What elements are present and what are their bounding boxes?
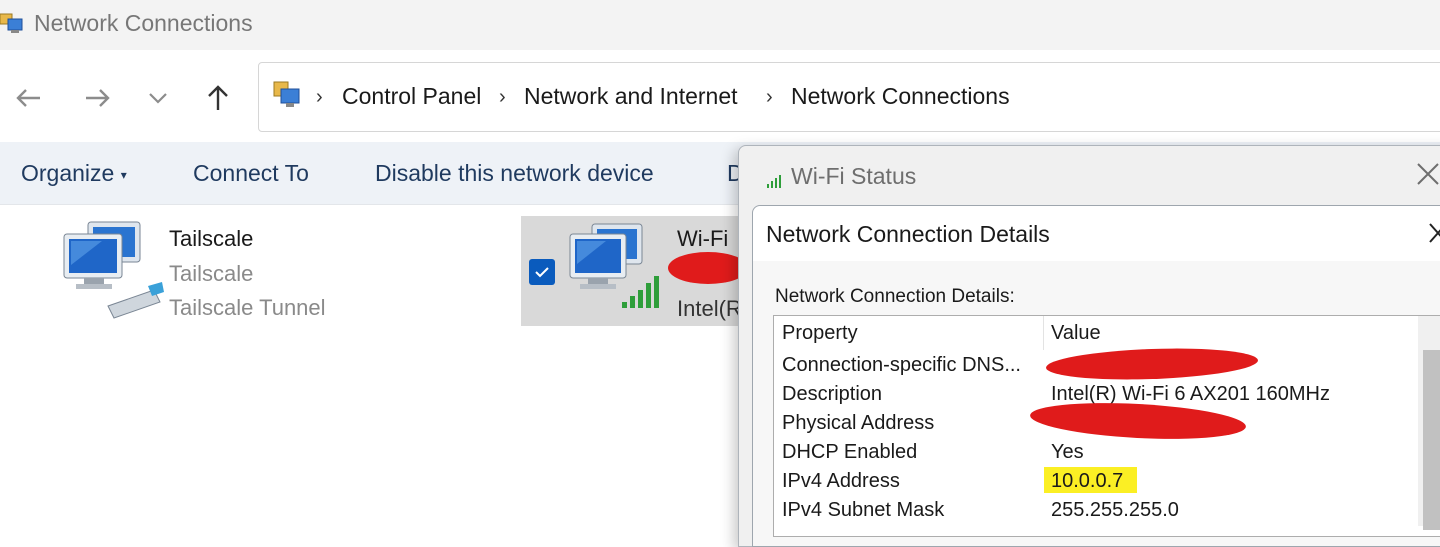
connect-to-button[interactable]: Connect To [193, 160, 309, 187]
row-value: 10.0.0.7 [1051, 470, 1124, 492]
breadcrumb-control-panel[interactable]: Control Panel [342, 83, 481, 110]
wifi-status-title: Wi-Fi Status [791, 163, 917, 189]
row-property: Connection-specific DNS... [782, 354, 1021, 376]
control-panel-icon [273, 81, 300, 107]
forward-arrow-icon [86, 89, 110, 107]
dropdown-caret-icon: ▾ [120, 167, 127, 182]
network-connections-icon [0, 13, 23, 33]
selection-checkbox[interactable] [529, 259, 555, 285]
organize-label: Organize [21, 160, 115, 186]
connection-status: Tailscale [169, 261, 254, 286]
connection-name: Wi-Fi [677, 226, 729, 251]
checkmark-icon [535, 267, 549, 278]
back-button[interactable] [8, 80, 48, 116]
breadcrumb-separator: › [766, 86, 773, 108]
signal-bars-icon [767, 175, 781, 188]
breadcrumb-network-connections[interactable]: Network Connections [791, 83, 1010, 110]
disable-device-button[interactable]: Disable this network device [375, 160, 654, 187]
back-arrow-icon [16, 89, 40, 107]
column-header-value[interactable]: Value [1051, 322, 1101, 345]
breadcrumb-network-and-internet[interactable]: Network and Internet [524, 83, 738, 110]
column-header-property[interactable]: Property [782, 322, 858, 345]
up-button[interactable] [198, 80, 238, 116]
row-property: Physical Address [782, 412, 935, 434]
row-property: IPv4 Subnet Mask [782, 499, 945, 521]
connection-device: Intel(R [677, 296, 742, 321]
row-property: DHCP Enabled [782, 441, 918, 463]
row-value: Yes [1051, 441, 1084, 463]
window-title: Network Connections [34, 10, 253, 36]
column-separator[interactable] [1043, 316, 1044, 350]
signal-strength-icon [622, 276, 659, 308]
network-adapter-icon [63, 221, 164, 319]
row-property: Description [782, 383, 883, 405]
organize-button[interactable]: Organize ▾ [21, 160, 127, 187]
details-list-label: Network Connection Details: [775, 286, 1015, 307]
forward-button[interactable] [78, 80, 118, 116]
close-icon[interactable] [1414, 160, 1440, 188]
redaction-mark [668, 252, 748, 284]
connection-name: Tailscale [169, 226, 254, 251]
connection-device: Tailscale Tunnel [169, 295, 326, 320]
close-icon[interactable] [1426, 220, 1440, 246]
recent-locations-button[interactable] [138, 80, 178, 116]
breadcrumb-separator: › [316, 86, 323, 108]
connection-item-tailscale[interactable]: Tailscale Tailscale Tailscale Tunnel [56, 214, 356, 324]
chevron-down-icon [149, 93, 167, 104]
breadcrumb-separator: › [499, 86, 506, 108]
up-arrow-icon [208, 85, 228, 110]
row-property: IPv4 Address [782, 470, 900, 492]
scrollbar-thumb[interactable] [1423, 350, 1440, 530]
details-dialog-title: Network Connection Details [766, 221, 1050, 247]
row-value: 255.255.255.0 [1051, 499, 1179, 521]
